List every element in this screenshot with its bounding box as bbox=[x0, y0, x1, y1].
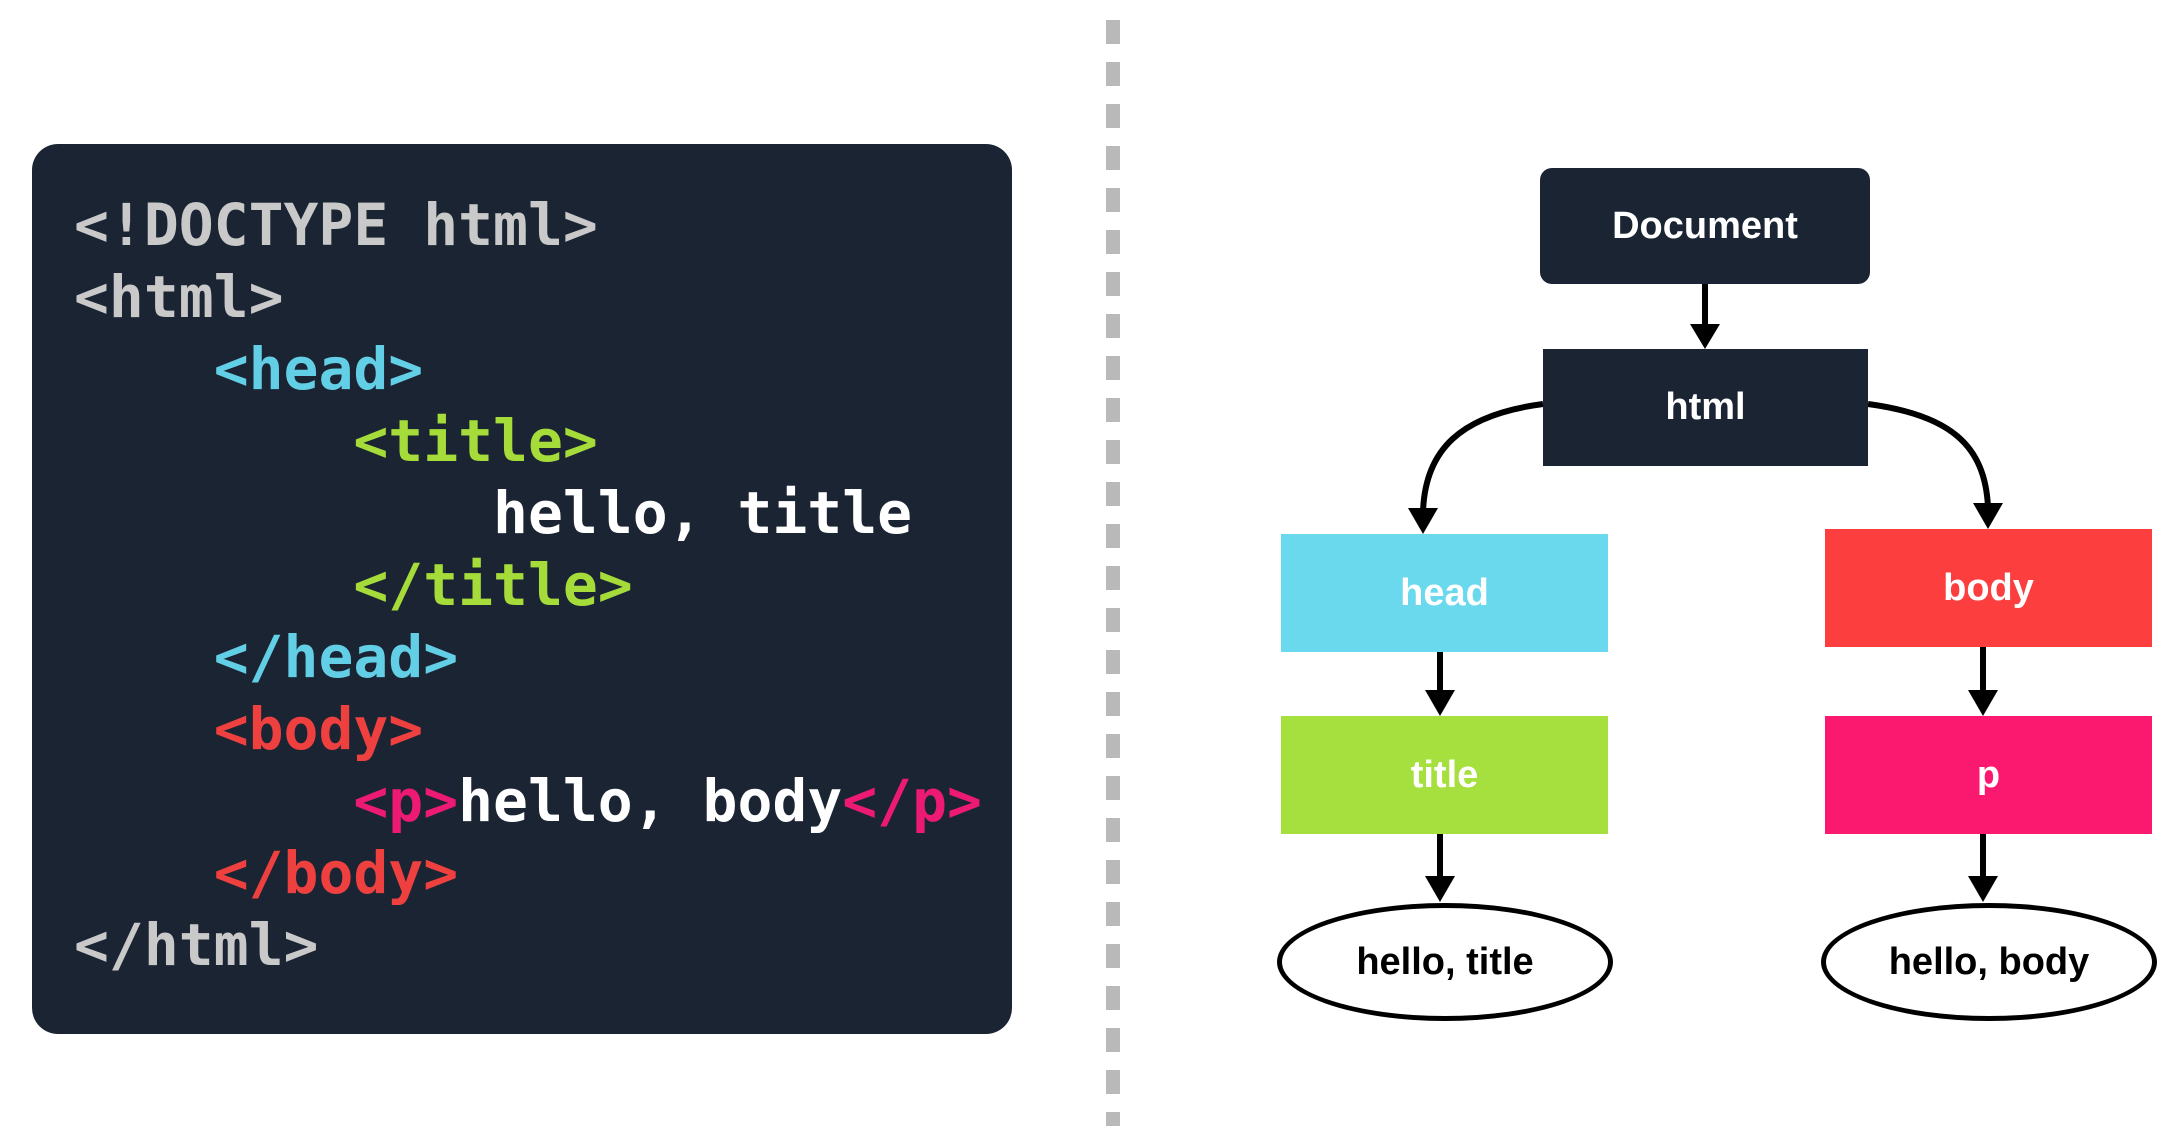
edge-html-head bbox=[1420, 401, 1544, 513]
arrow-html-head bbox=[1408, 508, 1438, 534]
node-text-hello-body: hello, body bbox=[1821, 903, 2157, 1021]
arrow-document-html bbox=[1690, 324, 1720, 349]
arrow-body-p bbox=[1968, 690, 1998, 716]
node-p: p bbox=[1825, 716, 2152, 834]
arrow-head-title bbox=[1425, 690, 1455, 716]
arrow-title-text bbox=[1425, 876, 1455, 902]
node-html: html bbox=[1543, 349, 1868, 466]
arrow-html-body bbox=[1973, 503, 2003, 529]
edge-html-body bbox=[1867, 401, 1991, 508]
arrow-p-text bbox=[1968, 876, 1998, 902]
node-text-hello-title: hello, title bbox=[1277, 903, 1613, 1021]
node-head: head bbox=[1281, 534, 1608, 652]
node-title: title bbox=[1281, 716, 1608, 834]
node-document: Document bbox=[1540, 168, 1870, 284]
node-body: body bbox=[1825, 529, 2152, 647]
